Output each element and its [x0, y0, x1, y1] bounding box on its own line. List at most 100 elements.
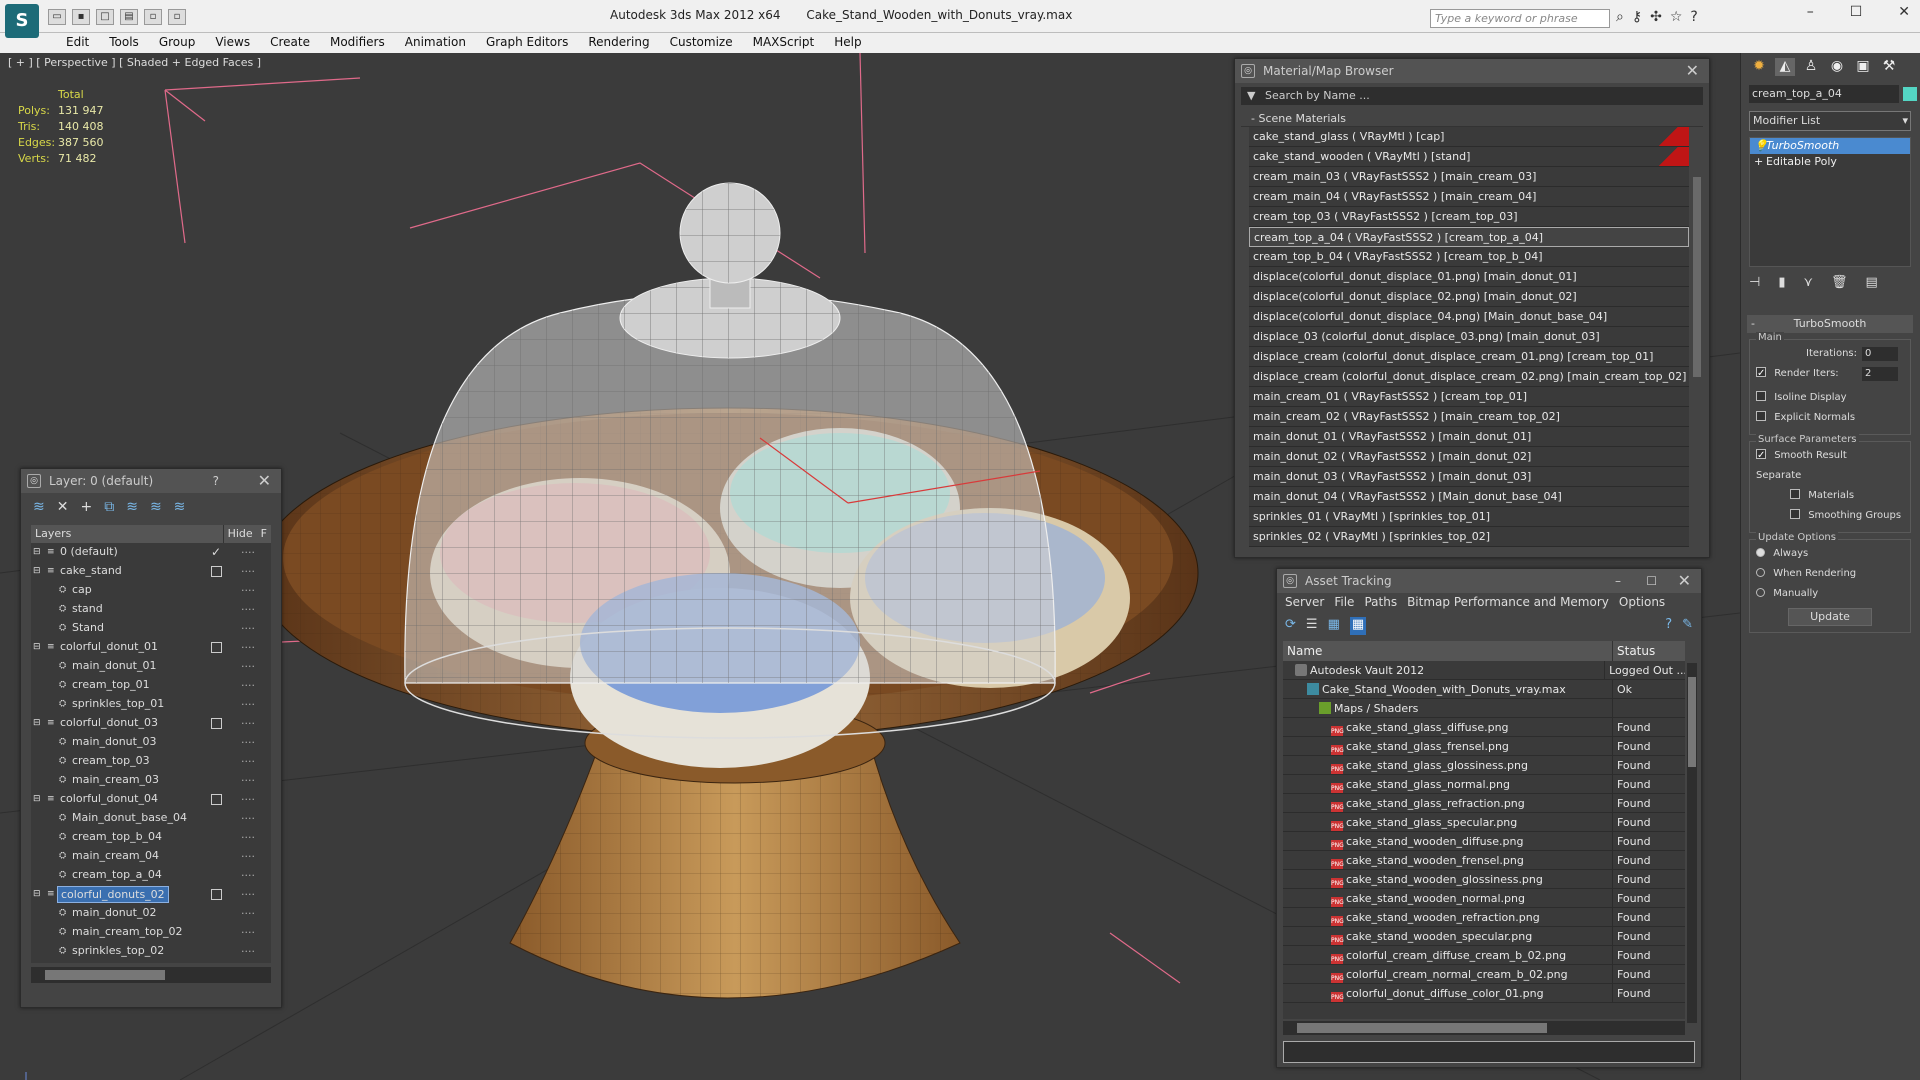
list-view-icon[interactable]: ☰ [1306, 617, 1318, 635]
modify-tab-icon[interactable]: ◭ [1775, 58, 1795, 76]
hide-toggle[interactable] [211, 718, 222, 729]
menu-rendering[interactable]: Rendering [578, 33, 659, 53]
scene-materials-section[interactable]: - Scene Materials [1241, 111, 1703, 127]
detail-view-icon[interactable]: ▦ [1328, 617, 1340, 635]
material-item[interactable]: main_donut_01 ( VRayFastSSS2 ) [main_don… [1249, 427, 1689, 447]
material-item[interactable]: displace_cream (colorful_donut_displace_… [1249, 347, 1689, 367]
freeze-toggle[interactable]: ···· [241, 638, 255, 657]
expand-icon[interactable]: ⊟ [33, 885, 41, 904]
column-freeze[interactable]: F [257, 525, 271, 543]
material-item[interactable]: main_donut_03 ( VRayFastSSS2 ) [main_don… [1249, 467, 1689, 487]
material-item[interactable]: displace_03 (colorful_donut_displace_03.… [1249, 327, 1689, 347]
layer-row[interactable]: ⛭ cream_top_a_04 ···· [31, 866, 271, 885]
freeze-toggle[interactable]: ···· [241, 581, 255, 600]
highlight-icon[interactable]: ✎ [1682, 617, 1693, 635]
delete-layer-icon[interactable]: ✕ [57, 499, 69, 517]
undo-icon[interactable]: ▫ [144, 9, 162, 25]
menu-customize[interactable]: Customize [660, 33, 743, 53]
new-layer-icon[interactable]: ≋ [33, 499, 45, 517]
column-layers[interactable]: Layers [31, 525, 224, 543]
create-tab-icon[interactable]: ✹ [1749, 58, 1769, 76]
material-list-scrollbar[interactable] [1693, 177, 1701, 377]
asset-row[interactable]: Autodesk Vault 2012 Logged Out ... [1283, 661, 1685, 680]
hierarchy-tab-icon[interactable]: ♙ [1801, 58, 1821, 76]
save-icon[interactable]: ▪ [72, 9, 90, 25]
menu-maxscript[interactable]: MAXScript [743, 33, 825, 53]
freeze-toggle[interactable]: ···· [241, 676, 255, 695]
material-item[interactable]: displace_cream (colorful_donut_displace_… [1249, 367, 1689, 387]
freeze-toggle[interactable]: ···· [241, 562, 255, 581]
layer-row[interactable]: ⛭ stand ···· [31, 600, 271, 619]
project-folder-icon[interactable]: ▤ [120, 9, 138, 25]
configure-sets-icon[interactable]: ▤ [1866, 275, 1878, 290]
material-item[interactable]: displace(colorful_donut_displace_04.png)… [1249, 307, 1689, 327]
asset-row[interactable]: PNG cake_stand_wooden_specular.png Found [1283, 927, 1685, 946]
close-icon[interactable]: ✕ [1686, 59, 1699, 83]
asset-row[interactable]: PNG cake_stand_glass_refraction.png Found [1283, 794, 1685, 813]
asset-menu-file[interactable]: File [1334, 595, 1354, 611]
freeze-toggle[interactable]: ···· [241, 771, 255, 790]
explicit-normals-checkbox[interactable] [1756, 411, 1766, 421]
display-tab-icon[interactable]: ▣ [1853, 58, 1873, 76]
pin-stack-icon[interactable]: ⊣ [1749, 275, 1760, 290]
utilities-tab-icon[interactable]: ⚒ [1879, 58, 1899, 76]
make-unique-icon[interactable]: ⋎ [1803, 275, 1813, 290]
layer-row[interactable]: ⛭ sprinkles_top_02 ···· [31, 942, 271, 961]
modifier-list-dropdown[interactable]: Modifier List ▾ [1749, 111, 1911, 131]
iterations-spinner[interactable]: 0 [1862, 347, 1898, 361]
stack-item-editable-poly[interactable]: + Editable Poly [1750, 154, 1910, 170]
column-name[interactable]: Name [1283, 641, 1613, 661]
layer-row[interactable]: ⛭ cream_top_b_04 ···· [31, 828, 271, 847]
remove-modifier-icon[interactable]: 🗑 [1831, 275, 1848, 290]
lightbulb-icon[interactable]: 💡 [1754, 138, 1768, 154]
expand-icon[interactable]: ⊟ [33, 790, 41, 809]
layer-row[interactable]: ⛭ main_donut_01 ···· [31, 657, 271, 676]
close-icon[interactable]: ✕ [258, 469, 271, 493]
isoline-checkbox[interactable] [1756, 391, 1766, 401]
freeze-toggle[interactable]: ···· [241, 657, 255, 676]
when-rendering-radio[interactable] [1756, 568, 1765, 577]
menu-group[interactable]: Group [149, 33, 206, 53]
expand-icon[interactable]: + [1754, 154, 1763, 170]
freeze-toggle[interactable]: ···· [241, 885, 255, 904]
redo-icon[interactable]: ▫ [168, 9, 186, 25]
show-end-result-icon[interactable]: ▮ [1778, 275, 1785, 290]
asset-row[interactable]: PNG colorful_cream_diffuse_cream_b_02.png… [1283, 946, 1685, 965]
asset-row[interactable]: Cake_Stand_Wooden_with_Donuts_vray.max Ok [1283, 680, 1685, 699]
keyword-search-input[interactable]: Type a keyword or phrase [1430, 9, 1610, 28]
table-view-icon[interactable]: ▦ [1349, 617, 1367, 635]
search-options-icon[interactable]: ▼ [1247, 87, 1255, 105]
render-iters-spinner[interactable]: 2 [1862, 367, 1898, 381]
material-item[interactable]: main_donut_04 ( VRayFastSSS2 ) [Main_don… [1249, 487, 1689, 507]
object-name-field[interactable]: cream_top_a_04 [1749, 85, 1899, 103]
menu-views[interactable]: Views [205, 33, 260, 53]
freeze-toggle[interactable]: ···· [241, 752, 255, 771]
menu-edit[interactable]: Edit [56, 33, 99, 53]
freeze-toggle[interactable]: ···· [241, 695, 255, 714]
asset-menu-paths[interactable]: Paths [1364, 595, 1397, 611]
freeze-toggle[interactable]: ···· [241, 790, 255, 809]
material-item[interactable]: displace(colorful_donut_displace_01.png)… [1249, 267, 1689, 287]
select-objects-icon[interactable]: ⧉ [104, 499, 114, 517]
new-scene-icon[interactable]: □ [96, 9, 114, 25]
hide-check-icon[interactable]: ✓ [211, 543, 221, 562]
material-item[interactable]: sprinkles_02 ( VRayMtl ) [sprinkles_top_… [1249, 527, 1689, 547]
layer-row[interactable]: ⛭ sprinkles_top_01 ···· [31, 695, 271, 714]
refresh-icon[interactable]: ⟳ [1285, 617, 1296, 635]
asset-row[interactable]: PNG cake_stand_wooden_refraction.png Found [1283, 908, 1685, 927]
turbosmooth-rollout-header[interactable]: - TurboSmooth [1747, 315, 1913, 333]
freeze-all-icon[interactable]: ≋ [174, 499, 186, 517]
maximize-icon[interactable]: ☐ [1850, 4, 1863, 20]
material-item[interactable]: cake_stand_glass ( VRayMtl ) [cap] [1249, 127, 1689, 147]
layer-row[interactable]: ⊟ ≡ colorful_donut_01 ···· [31, 638, 271, 657]
open-file-icon[interactable]: ▭ [48, 9, 66, 25]
layer-row[interactable]: ⛭ cap ···· [31, 581, 271, 600]
freeze-toggle[interactable]: ···· [241, 847, 255, 866]
freeze-toggle[interactable]: ···· [241, 923, 255, 942]
menu-animation[interactable]: Animation [395, 33, 476, 53]
freeze-toggle[interactable]: ···· [241, 904, 255, 923]
freeze-toggle[interactable]: ···· [241, 828, 255, 847]
layer-row[interactable]: ⛭ cream_top_01 ···· [31, 676, 271, 695]
asset-row[interactable]: Maps / Shaders [1283, 699, 1685, 718]
freeze-toggle[interactable]: ···· [241, 942, 255, 961]
